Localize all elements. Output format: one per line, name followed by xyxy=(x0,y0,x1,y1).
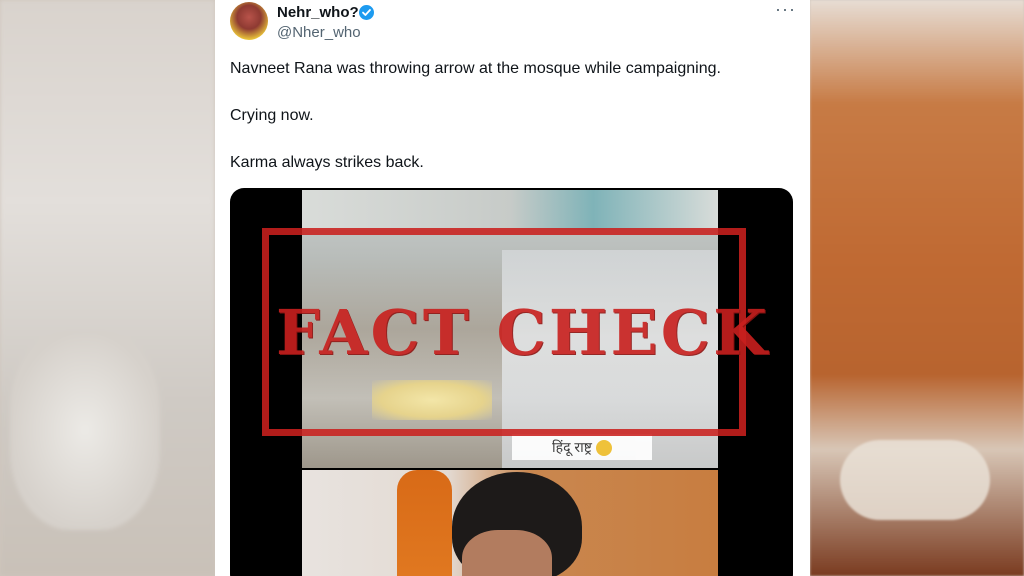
video-caption-text: हिंदू राष्ट्र xyxy=(552,439,592,455)
verified-badge-icon xyxy=(359,5,374,20)
author-handle[interactable]: @Nher_who xyxy=(277,24,361,41)
author-name[interactable]: Nehr_who? xyxy=(277,4,359,21)
saffron-scarf xyxy=(397,470,452,576)
video-frame-bottom xyxy=(302,470,718,576)
screenshot-stage: Nehr_who? @Nher_who ··· Navneet Rana was… xyxy=(0,0,1024,576)
tweet-text-line: Crying now. xyxy=(230,107,314,124)
fact-check-stamp-text: FACT CHECK xyxy=(276,296,770,369)
person-face xyxy=(462,530,552,576)
video-caption: हिंदू राष्ट्र xyxy=(512,434,652,460)
avatar[interactable] xyxy=(230,2,268,40)
emoji-icon xyxy=(595,440,612,457)
tweet-text-line: Karma always strikes back. xyxy=(230,154,424,171)
blurred-background-right xyxy=(810,0,1024,576)
more-horizontal-icon[interactable]: ··· xyxy=(775,0,795,20)
blurred-background-left xyxy=(0,0,215,576)
tweet-text-line: Navneet Rana was throwing arrow at the m… xyxy=(230,60,721,77)
